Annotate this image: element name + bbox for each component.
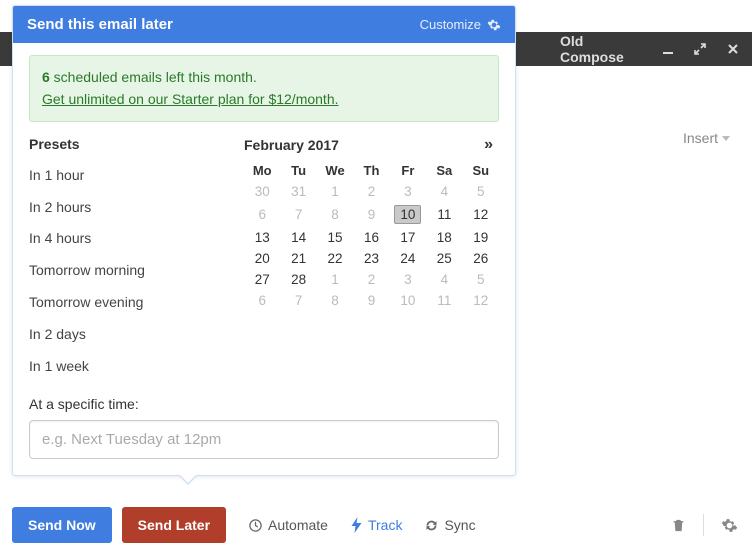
calendar-month-label: February 2017 [244, 137, 339, 153]
preset-item[interactable]: Tomorrow evening [29, 287, 234, 319]
promo-link[interactable]: Get unlimited on our Starter plan for $1… [42, 91, 339, 107]
expand-icon[interactable] [693, 41, 708, 57]
calendar-day[interactable]: 2 [353, 269, 389, 290]
calendar-day[interactable]: 16 [353, 227, 389, 248]
calendar-next-button[interactable]: » [478, 136, 499, 154]
sync-icon [424, 518, 439, 533]
calendar-day[interactable]: 10 [390, 290, 426, 311]
preset-item[interactable]: In 1 hour [29, 160, 234, 192]
calendar-day[interactable]: 13 [244, 227, 280, 248]
calendar-day[interactable]: 2 [353, 181, 389, 202]
calendar-day[interactable]: 5 [463, 269, 499, 290]
specific-time-label: At a specific time: [29, 396, 499, 412]
automate-button[interactable]: Automate [248, 517, 328, 533]
calendar-day[interactable]: 7 [280, 290, 316, 311]
calendar-day[interactable]: 23 [353, 248, 389, 269]
calendar-day[interactable]: 6 [244, 290, 280, 311]
trash-icon[interactable] [667, 517, 689, 534]
calendar-day[interactable]: 9 [353, 202, 389, 227]
calendar-day[interactable]: 3 [390, 269, 426, 290]
calendar-column: February 2017 » MoTuWeThFrSaSu 303112345… [244, 136, 499, 383]
preset-item[interactable]: In 1 week [29, 351, 234, 383]
calendar-day[interactable]: 24 [390, 248, 426, 269]
calendar-dow: Th [353, 160, 389, 181]
insert-dropdown[interactable]: Insert [683, 130, 730, 146]
calendar-day[interactable]: 4 [426, 269, 462, 290]
calendar-day[interactable]: 28 [280, 269, 316, 290]
promo-text: scheduled emails left this month. [50, 69, 257, 85]
specific-time-input[interactable] [29, 420, 499, 459]
calendar-day[interactable]: 31 [280, 181, 316, 202]
clock-icon [248, 518, 263, 533]
calendar-grid: MoTuWeThFrSaSu 3031123456789101112131415… [244, 160, 499, 311]
calendar-dow: Mo [244, 160, 280, 181]
presets-header: Presets [29, 136, 234, 152]
calendar-day[interactable]: 4 [426, 181, 462, 202]
calendar-day[interactable]: 1 [317, 269, 353, 290]
calendar-day[interactable]: 22 [317, 248, 353, 269]
calendar-dow: Sa [426, 160, 462, 181]
calendar-day[interactable]: 3 [390, 181, 426, 202]
toolbar-divider [703, 514, 704, 536]
calendar-day[interactable]: 25 [426, 248, 462, 269]
calendar-day[interactable]: 11 [426, 290, 462, 311]
calendar-dow: We [317, 160, 353, 181]
track-button[interactable]: Track [350, 517, 402, 533]
preset-item[interactable]: In 4 hours [29, 223, 234, 255]
send-now-button[interactable]: Send Now [12, 507, 112, 543]
promo-banner: 6 scheduled emails left this month. Get … [29, 55, 499, 122]
calendar-day[interactable]: 27 [244, 269, 280, 290]
calendar-day[interactable]: 12 [463, 202, 499, 227]
compose-toolbar: Send Now Send Later Automate Track Sync [12, 507, 740, 543]
calendar-day[interactable]: 6 [244, 202, 280, 227]
calendar-day[interactable]: 19 [463, 227, 499, 248]
track-label: Track [368, 517, 402, 533]
promo-count: 6 [42, 69, 50, 85]
calendar-day[interactable]: 20 [244, 248, 280, 269]
settings-gear-icon[interactable] [718, 517, 740, 534]
calendar-day[interactable]: 12 [463, 290, 499, 311]
calendar-dow: Tu [280, 160, 316, 181]
calendar-day[interactable]: 30 [244, 181, 280, 202]
sync-button[interactable]: Sync [424, 517, 475, 533]
calendar-day[interactable]: 26 [463, 248, 499, 269]
calendar-day[interactable]: 8 [317, 290, 353, 311]
bolt-icon [350, 517, 363, 533]
close-icon[interactable] [726, 41, 741, 57]
minimize-icon[interactable] [661, 41, 676, 57]
preset-item[interactable]: In 2 hours [29, 192, 234, 224]
gear-icon [487, 18, 501, 32]
popover-title: Send this email later [27, 16, 173, 33]
sync-label: Sync [444, 517, 475, 533]
insert-label: Insert [683, 130, 718, 146]
customize-link[interactable]: Customize [420, 17, 501, 32]
calendar-day[interactable]: 21 [280, 248, 316, 269]
send-later-popover: Send this email later Customize 6 schedu… [12, 5, 516, 476]
calendar-day[interactable]: 1 [317, 181, 353, 202]
calendar-day[interactable]: 8 [317, 202, 353, 227]
preset-item[interactable]: In 2 days [29, 319, 234, 351]
calendar-day[interactable]: 11 [426, 202, 462, 227]
calendar-day[interactable]: 5 [463, 181, 499, 202]
calendar-day[interactable]: 15 [317, 227, 353, 248]
send-later-button[interactable]: Send Later [122, 507, 226, 543]
presets-column: Presets In 1 hourIn 2 hoursIn 4 hoursTom… [29, 136, 234, 383]
calendar-day[interactable]: 14 [280, 227, 316, 248]
calendar-day[interactable]: 7 [280, 202, 316, 227]
customize-label: Customize [420, 17, 481, 32]
calendar-day[interactable]: 10 [390, 202, 426, 227]
calendar-dow: Su [463, 160, 499, 181]
popover-header: Send this email later Customize [13, 6, 515, 43]
calendar-dow: Fr [390, 160, 426, 181]
preset-item[interactable]: Tomorrow morning [29, 255, 234, 287]
chevron-down-icon [722, 136, 730, 141]
calendar-day[interactable]: 17 [390, 227, 426, 248]
calendar-day[interactable]: 18 [426, 227, 462, 248]
calendar-day[interactable]: 9 [353, 290, 389, 311]
automate-label: Automate [268, 517, 328, 533]
